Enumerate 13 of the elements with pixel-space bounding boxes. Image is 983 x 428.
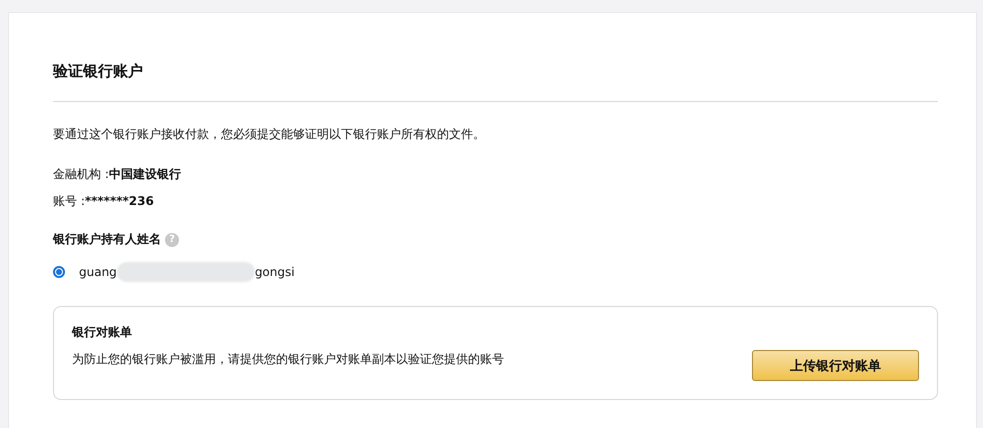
field-label: 账号 : bbox=[53, 193, 85, 209]
panel-title: 银行对账单 bbox=[72, 324, 133, 341]
page-title: 验证银行账户 bbox=[53, 61, 144, 81]
name-text: guang bbox=[79, 265, 117, 279]
name-text: gongsi bbox=[254, 265, 295, 279]
panel-description: 为防止您的银行账户被滥用，请提供您的银行账户对账单副本以验证您提供的账号 bbox=[72, 351, 504, 367]
field-value: 中国建设银行 bbox=[108, 166, 181, 182]
radio-button[interactable] bbox=[53, 266, 65, 278]
intro-text: 要通过这个银行账户接收付款，您必须提交能够证明以下银行账户所有权的文件。 bbox=[53, 126, 486, 142]
section-label: 银行账户持有人姓名 bbox=[53, 231, 161, 248]
field-value: *******236 bbox=[84, 193, 154, 209]
field-label: 金融机构 : bbox=[53, 166, 109, 182]
upload-button[interactable]: 上传银行对账单 bbox=[752, 350, 919, 381]
